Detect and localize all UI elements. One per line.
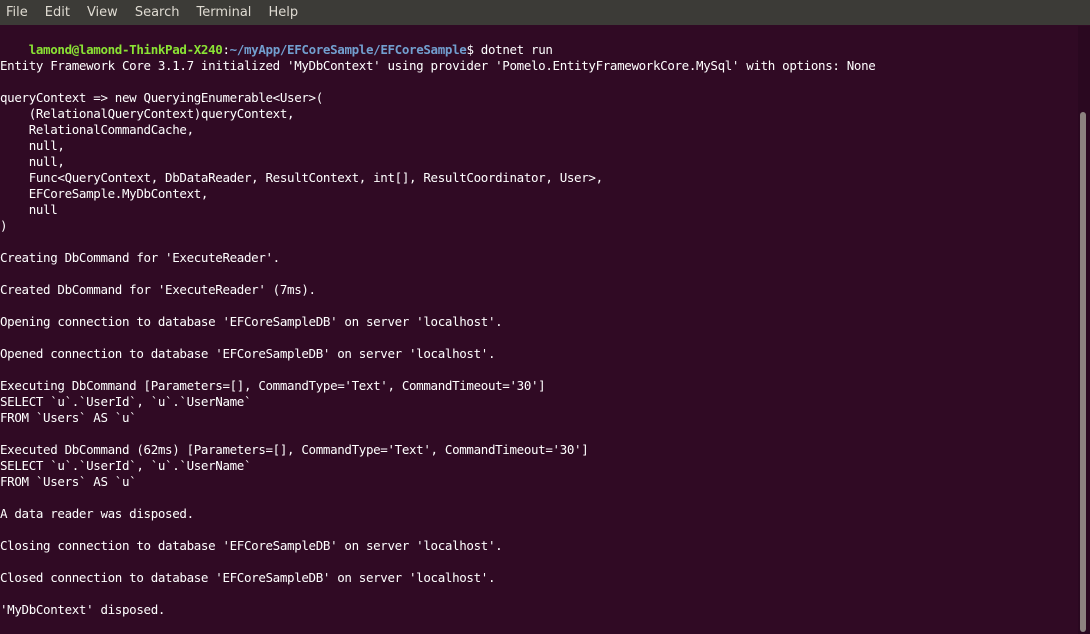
output-line: A data reader was disposed. <box>0 506 194 521</box>
menu-bar: File Edit View Search Terminal Help <box>0 0 1090 25</box>
terminal-output[interactable]: lamond@lamond-ThinkPad-X240:~/myApp/EFCo… <box>0 26 1078 634</box>
output-line: RelationalCommandCache, <box>0 122 194 137</box>
menu-help[interactable]: Help <box>264 0 302 25</box>
output-line: ) <box>0 218 8 233</box>
output-line: Opened connection to database 'EFCoreSam… <box>0 346 496 361</box>
output-line: Opening connection to database 'EFCoreSa… <box>0 314 503 329</box>
output-line: Creating DbCommand for 'ExecuteReader'. <box>0 250 280 265</box>
scrollbar-thumb[interactable] <box>1080 112 1086 632</box>
output-line: SELECT `u`.`UserId`, `u`.`UserName` <box>0 458 252 473</box>
prompt-path: ~/myApp/EFCoreSample/EFCoreSample <box>229 42 467 57</box>
output-line: 'MyDbContext' disposed. <box>0 602 166 617</box>
output-line: Func<QueryContext, DbDataReader, ResultC… <box>0 170 603 185</box>
command-text: dotnet run <box>473 42 553 57</box>
menu-terminal[interactable]: Terminal <box>192 0 255 25</box>
prompt-user-host: lamond@lamond-ThinkPad-X240 <box>28 42 223 57</box>
output-line: Closing connection to database 'EFCoreSa… <box>0 538 503 553</box>
menu-edit[interactable]: Edit <box>41 0 74 25</box>
command-prompt-line: lamond@lamond-ThinkPad-X240:~/myApp/EFCo… <box>0 26 553 57</box>
output-line: FROM `Users` AS `u` <box>0 410 137 425</box>
active-prompt-line[interactable]: lamond@lamond-ThinkPad-X240:~/myApp/EFCo… <box>0 618 486 634</box>
output-line: queryContext => new QueryingEnumerable<U… <box>0 90 323 105</box>
output-line: EFCoreSample.MyDbContext, <box>0 186 209 201</box>
output-line: Closed connection to database 'EFCoreSam… <box>0 570 496 585</box>
output-line: null, <box>0 154 65 169</box>
output-line: Executing DbCommand [Parameters=[], Comm… <box>0 378 546 393</box>
output-line: null <box>0 202 58 217</box>
output-line: null, <box>0 138 65 153</box>
output-line: (RelationalQueryContext)queryContext, <box>0 106 295 121</box>
output-line: FROM `Users` AS `u` <box>0 474 137 489</box>
menu-search[interactable]: Search <box>131 0 184 25</box>
prompt-separator: : <box>222 42 230 57</box>
output-line: SELECT `u`.`UserId`, `u`.`UserName` <box>0 394 252 409</box>
menu-view[interactable]: View <box>83 0 122 25</box>
vertical-scrollbar[interactable] <box>1078 26 1090 634</box>
output-line: Entity Framework Core 3.1.7 initialized … <box>0 58 876 73</box>
output-line: Created DbCommand for 'ExecuteReader' (7… <box>0 282 316 297</box>
output-line: Executed DbCommand (62ms) [Parameters=[]… <box>0 442 589 457</box>
prompt-symbol: $ <box>466 42 474 57</box>
menu-file[interactable]: File <box>2 0 32 25</box>
